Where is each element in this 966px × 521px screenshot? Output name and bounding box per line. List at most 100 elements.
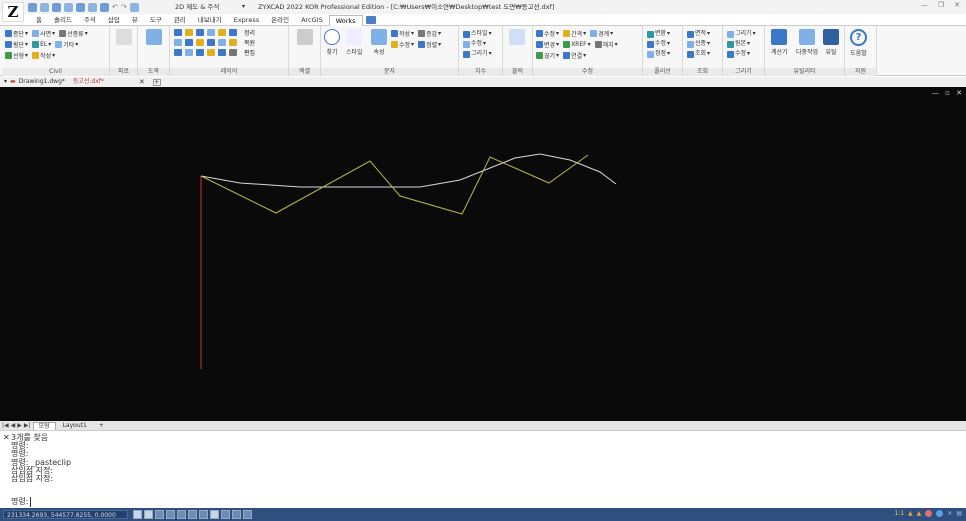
tab-view[interactable]: 뷰 xyxy=(126,15,144,26)
xref-button[interactable]: XREF ▾ xyxy=(563,41,591,48)
selection-cycle-toggle-icon[interactable] xyxy=(232,510,241,519)
layer-edit-button[interactable]: 편집 xyxy=(244,49,255,59)
next-layout-icon[interactable]: ▶ xyxy=(17,422,22,429)
text-find-button[interactable]: 찾기 xyxy=(324,29,340,56)
text-create-button[interactable]: 작성 ▾ xyxy=(391,29,414,38)
tab-add-layout[interactable]: + xyxy=(94,422,109,430)
new-tab-icon[interactable]: + xyxy=(152,78,161,86)
other-button[interactable]: 기타 ▾ xyxy=(55,40,78,49)
ribbon-minimize-icon[interactable] xyxy=(365,16,376,24)
layer-tool-icon[interactable] xyxy=(218,49,226,56)
polar-toggle-icon[interactable] xyxy=(166,510,175,519)
excel-button[interactable] xyxy=(297,29,313,47)
tab-home[interactable]: 홈 xyxy=(30,15,48,26)
app-logo[interactable]: Z xyxy=(2,2,24,22)
layer-tool-icon[interactable] xyxy=(174,39,182,46)
layer-tool-icon[interactable] xyxy=(207,39,215,46)
ortho-toggle-icon[interactable] xyxy=(155,510,164,519)
text-properties-button[interactable]: 속성 xyxy=(371,29,387,56)
close-tab-icon[interactable]: ✕ xyxy=(139,77,145,87)
last-layout-icon[interactable]: ▶| xyxy=(24,422,31,429)
tab-online[interactable]: 온라인 xyxy=(265,15,295,26)
osnap-toggle-icon[interactable] xyxy=(177,510,186,519)
quick-props-toggle-icon[interactable] xyxy=(221,510,230,519)
tab-model[interactable]: 모형 xyxy=(32,421,56,430)
file-tab-drawing1[interactable]: ▾ ▬ Drawing1.dwg* xyxy=(0,77,69,87)
el-button[interactable]: EL ▾ xyxy=(32,41,51,48)
tab-insert[interactable]: 삽입 xyxy=(102,15,126,26)
first-layout-icon[interactable]: |◀ xyxy=(2,422,9,429)
model-space-toggle-icon[interactable] xyxy=(243,510,252,519)
command-input[interactable] xyxy=(30,496,331,507)
layer-tool-icon[interactable] xyxy=(196,29,204,36)
multi-task-button[interactable]: 다중작업 xyxy=(796,29,818,56)
layer-tool-icon[interactable] xyxy=(218,29,226,36)
annotation-visibility-icon[interactable]: ▲ xyxy=(908,510,913,517)
lineweight-toggle-icon[interactable] xyxy=(199,510,208,519)
layer-tool-icon[interactable] xyxy=(229,49,237,56)
close-file-icon[interactable] xyxy=(100,2,109,12)
minimize-icon[interactable]: — xyxy=(921,1,928,9)
tab-layout1[interactable]: Layout1 xyxy=(58,422,92,430)
tab-tools[interactable]: 도구 xyxy=(144,15,168,26)
chevron-down-icon[interactable]: ▾ xyxy=(4,77,7,87)
undo-icon[interactable]: ↶ xyxy=(112,3,118,12)
tab-works[interactable]: Works xyxy=(328,15,363,26)
drawing-canvas[interactable]: — ▫ ✕ xyxy=(0,87,966,421)
line-length-button[interactable]: 선종 ▾ xyxy=(687,39,710,49)
saveas-icon[interactable] xyxy=(64,2,73,12)
draw-button[interactable]: 그리기 ▾ xyxy=(727,29,756,39)
tab-manage[interactable]: 관리 xyxy=(168,15,192,26)
command-close-icon[interactable]: ✕ xyxy=(3,433,10,442)
layer-tool-icon[interactable] xyxy=(185,39,193,46)
layer-tool-icon[interactable] xyxy=(174,29,182,36)
layer-tool-icon[interactable] xyxy=(229,39,237,46)
print-icon[interactable] xyxy=(76,2,85,12)
boundary-button[interactable]: 경계 ▾ xyxy=(590,29,613,38)
layer-tool-icon[interactable] xyxy=(207,49,215,56)
dynamic-input-toggle-icon[interactable] xyxy=(210,510,219,519)
text-align-button[interactable]: 정렬 ▾ xyxy=(418,40,441,49)
layer-tool-icon[interactable] xyxy=(196,49,204,56)
redo-icon[interactable]: ↷ xyxy=(121,3,127,12)
hatch-button[interactable]: 해치 ▾ xyxy=(594,40,618,49)
calculator-button[interactable]: 계산기 xyxy=(771,29,788,56)
vertex-button[interactable]: 정점 ▾ xyxy=(647,49,670,59)
layer-tool-icon[interactable] xyxy=(229,29,237,36)
tab-export[interactable]: 내보내기 xyxy=(192,15,228,26)
customize-icon[interactable]: ▤ xyxy=(956,510,962,517)
layer-tool-icon[interactable] xyxy=(185,29,193,36)
workspace-switch-icon[interactable] xyxy=(925,510,933,517)
layer-tool-icon[interactable] xyxy=(196,39,204,46)
dim-style-button[interactable]: 스타일 ▾ xyxy=(463,29,492,39)
cross-section-button[interactable]: 횡단 ▾ xyxy=(5,40,28,49)
alignment-button[interactable]: 선형 ▾ xyxy=(5,51,28,60)
join-button[interactable]: 연결 ▾ xyxy=(563,51,586,60)
dim-modify-button[interactable]: 수정 ▾ xyxy=(463,39,492,49)
open-icon[interactable] xyxy=(40,2,49,12)
help-button[interactable]: ? 도움말 xyxy=(850,29,867,57)
dim-draw-button[interactable]: 그리기 ▾ xyxy=(463,49,492,59)
layer-tool-icon[interactable] xyxy=(174,49,182,56)
layer-tool-icon[interactable] xyxy=(218,39,226,46)
draw-modify-button[interactable]: 수정 ▾ xyxy=(727,49,756,59)
polyline-modify-button[interactable]: 수정 ▾ xyxy=(647,39,670,49)
change-button[interactable]: 변경 ▾ xyxy=(536,40,559,49)
white-contour-line[interactable] xyxy=(200,153,617,188)
file-tab-contour[interactable]: 등고선.dxf* ✕ xyxy=(69,77,149,87)
offset-button[interactable]: 간격 ▾ xyxy=(563,29,586,38)
viewport-controls[interactable]: — ▫ ✕ xyxy=(932,89,964,97)
text-modify-button[interactable]: 수정 ▾ xyxy=(391,40,414,49)
modify-button[interactable]: 수정 ▾ xyxy=(536,29,559,38)
linetype-button[interactable]: 선종류 ▾ xyxy=(59,29,88,38)
text-style-button[interactable]: 스타일 xyxy=(346,29,363,56)
annotation-scale[interactable]: 1:1 xyxy=(894,510,904,517)
tab-express[interactable]: Express xyxy=(228,15,265,26)
area-button[interactable]: 면적 ▾ xyxy=(687,29,710,39)
fullscreen-icon[interactable]: ✕ xyxy=(947,510,952,517)
prev-layout-icon[interactable]: ◀ xyxy=(11,422,16,429)
dogak-button[interactable] xyxy=(146,29,162,47)
query-button[interactable]: 조회 ▾ xyxy=(687,49,710,59)
annotation-autoscale-icon[interactable]: ▲ xyxy=(917,510,922,517)
tab-annotate[interactable]: 주석 xyxy=(78,15,102,26)
